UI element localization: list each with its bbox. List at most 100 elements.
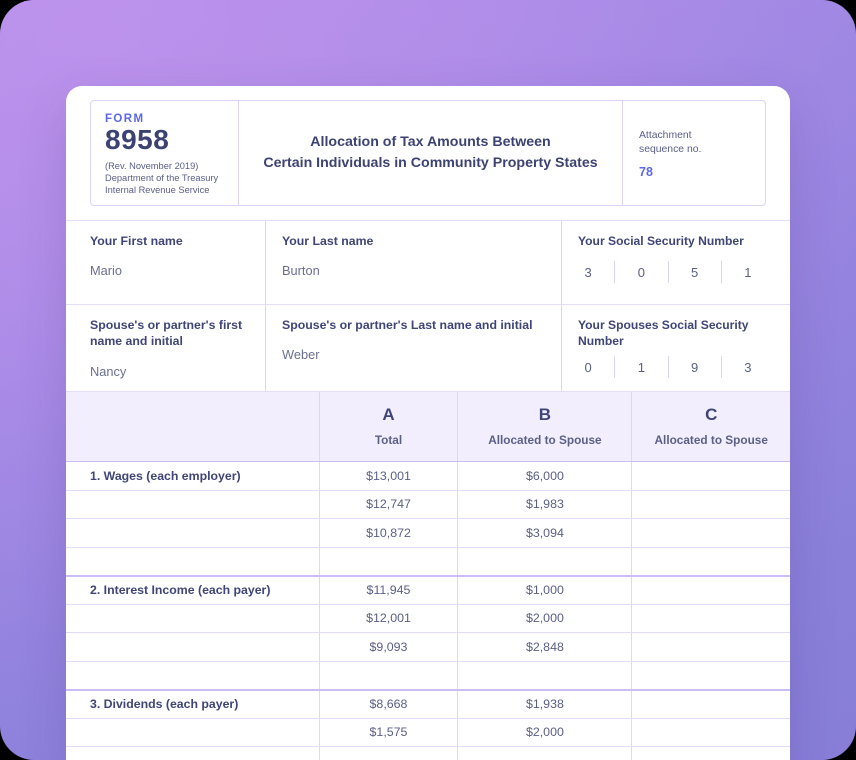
row-total-cell[interactable]: $9,093 bbox=[319, 632, 459, 662]
form-revision-info: (Rev. November 2019) Department of the T… bbox=[105, 160, 238, 197]
spouse-ssn-digit[interactable]: 1 bbox=[615, 356, 669, 379]
taxpayer-row: Your First name Mario Your Last name Bur… bbox=[66, 221, 790, 305]
row-label-cell bbox=[66, 632, 320, 662]
row-label-cell bbox=[66, 604, 320, 633]
spouse-row: Spouse's or partner's first name and ini… bbox=[66, 305, 790, 391]
spouse-last-name-value: Weber bbox=[282, 347, 320, 363]
form-revision-date: (Rev. November 2019) bbox=[105, 160, 199, 171]
row-allocated-c-cell[interactable] bbox=[631, 518, 790, 548]
form-identity-cell: FORM 8958 (Rev. November 2019) Departmen… bbox=[91, 101, 239, 205]
form-agency: Internal Revenue Service bbox=[105, 185, 210, 196]
row-allocated-b-cell[interactable]: $1,983 bbox=[457, 490, 633, 519]
form-title-cell: Allocation of Tax Amounts Between Certai… bbox=[239, 101, 623, 205]
row-label-cell bbox=[66, 718, 320, 747]
row-total-cell[interactable] bbox=[319, 746, 459, 760]
table-row: 3. Dividends (each payer) $8,668 $1,938 bbox=[66, 688, 790, 719]
row-total-cell[interactable]: $11,945 bbox=[319, 574, 459, 605]
row-allocated-c-cell[interactable] bbox=[631, 490, 790, 519]
column-letter-b: B bbox=[538, 405, 552, 425]
table-row: $9,093 $2,848 bbox=[66, 632, 790, 662]
spouse-ssn-boxes: 0 1 9 3 bbox=[562, 356, 774, 379]
column-letter-a: A bbox=[382, 405, 395, 425]
taxpayer-identity-section: Your First name Mario Your Last name Bur… bbox=[66, 220, 790, 391]
taxpayer-first-name-value: Mario bbox=[90, 263, 122, 279]
table-row: $12,747 $1,983 bbox=[66, 490, 790, 519]
table-row: $12,001 $2,000 bbox=[66, 604, 790, 633]
row-allocated-c-cell[interactable] bbox=[631, 461, 790, 491]
column-sub-b: Allocated to Spouse bbox=[488, 433, 602, 448]
taxpayer-last-name-label: Your Last name bbox=[282, 234, 374, 248]
allocation-header-row: A Total B Allocated to Spouse C Allocate… bbox=[66, 391, 790, 462]
row-allocated-c-cell[interactable] bbox=[631, 574, 790, 605]
row-label-cell bbox=[66, 518, 320, 548]
row-allocated-b-cell[interactable]: $3,094 bbox=[457, 518, 633, 548]
row-allocated-b-cell[interactable] bbox=[457, 661, 633, 690]
spouse-first-name-value: Nancy bbox=[90, 363, 127, 379]
column-letter-c: C bbox=[705, 405, 718, 425]
row-allocated-c-cell[interactable] bbox=[631, 547, 790, 576]
form-number: 8958 bbox=[105, 124, 170, 155]
row-total-cell[interactable]: $12,747 bbox=[319, 490, 459, 519]
taxpayer-ssn-field[interactable]: Your Social Security Number 3 0 5 1 bbox=[562, 221, 790, 304]
row-allocated-b-cell[interactable] bbox=[457, 547, 633, 576]
attachment-label-line-1: Attachment bbox=[639, 130, 692, 141]
row-total-cell[interactable]: $13,001 bbox=[319, 461, 459, 491]
row-allocated-c-cell[interactable] bbox=[631, 604, 790, 633]
row-allocated-b-cell[interactable]: $2,848 bbox=[457, 632, 633, 662]
taxpayer-last-name-field[interactable]: Your Last name Burton bbox=[266, 221, 562, 304]
spouse-ssn-digit[interactable]: 9 bbox=[669, 356, 722, 379]
taxpayer-first-name-label: Your First name bbox=[90, 234, 183, 248]
taxpayer-ssn-digit[interactable]: 0 bbox=[615, 261, 669, 284]
spouse-first-name-field[interactable]: Spouse's or partner's first name and ini… bbox=[66, 305, 266, 391]
row-allocated-c-cell[interactable] bbox=[631, 688, 790, 719]
row-allocated-b-cell[interactable]: $6,000 bbox=[457, 461, 633, 491]
row-label-cell bbox=[66, 746, 320, 760]
row-allocated-b-cell[interactable]: $1,000 bbox=[457, 574, 633, 605]
column-header-item bbox=[66, 391, 320, 462]
row-allocated-b-cell[interactable]: $2,000 bbox=[457, 604, 633, 633]
taxpayer-ssn-digit[interactable]: 1 bbox=[722, 261, 774, 283]
row-total-cell[interactable]: $8,668 bbox=[319, 688, 459, 719]
row-total-cell[interactable]: $12,001 bbox=[319, 604, 459, 633]
table-row bbox=[66, 661, 790, 690]
allocation-table: A Total B Allocated to Spouse C Allocate… bbox=[66, 391, 790, 760]
spouse-ssn-field[interactable]: Your Spouses Social Security Number 0 1 … bbox=[562, 305, 790, 391]
taxpayer-ssn-label: Your Social Security Number bbox=[578, 234, 744, 248]
table-row: 2. Interest Income (each payer) $11,945 $1… bbox=[66, 574, 790, 605]
taxpayer-ssn-digit[interactable]: 3 bbox=[562, 261, 616, 284]
row-allocated-b-cell[interactable]: $2,000 bbox=[457, 718, 633, 747]
form-document: FORM 8958 (Rev. November 2019) Departmen… bbox=[66, 86, 790, 760]
row-total-cell[interactable] bbox=[319, 661, 459, 690]
column-sub-c: Allocated to Spouse bbox=[654, 433, 768, 448]
attachment-label-line-2: sequence no. bbox=[639, 144, 702, 156]
column-header-b: B Allocated to Spouse bbox=[457, 391, 633, 462]
form-title-line-1: Allocation of Tax Amounts Between bbox=[310, 134, 551, 151]
row-allocated-c-cell[interactable] bbox=[631, 632, 790, 662]
spouse-ssn-digit[interactable]: 0 bbox=[562, 356, 616, 379]
taxpayer-first-name-field[interactable]: Your First name Mario bbox=[66, 221, 266, 304]
row-allocated-c-cell[interactable] bbox=[631, 661, 790, 690]
table-row: 1. Wages (each employer) $13,001 $6,000 bbox=[66, 461, 790, 491]
row-allocated-b-cell[interactable] bbox=[457, 746, 633, 760]
taxpayer-ssn-digit[interactable]: 5 bbox=[669, 261, 722, 284]
spouse-last-name-field[interactable]: Spouse's or partner's Last name and init… bbox=[266, 305, 562, 391]
spouse-ssn-label: Your Spouses Social Security Number bbox=[578, 318, 749, 349]
form-title-line-2: Certain Individuals in Community Propert… bbox=[263, 155, 598, 171]
attachment-sequence-value: 78 bbox=[639, 164, 653, 179]
table-row bbox=[66, 547, 790, 576]
row-label-cell: 3. Dividends (each payer) bbox=[66, 688, 320, 719]
row-label-cell: 1. Wages (each employer) bbox=[66, 461, 320, 491]
row-label-cell bbox=[66, 490, 320, 519]
allocation-table-head: A Total B Allocated to Spouse C Allocate… bbox=[66, 391, 790, 462]
spouse-ssn-digit[interactable]: 3 bbox=[722, 356, 774, 378]
row-label-cell bbox=[66, 661, 320, 690]
row-total-cell[interactable] bbox=[319, 547, 459, 576]
row-allocated-c-cell[interactable] bbox=[631, 746, 790, 760]
column-header-a: A Total bbox=[319, 391, 459, 462]
attachment-sequence-cell: Attachment sequence no. 78 bbox=[623, 101, 765, 205]
row-total-cell[interactable]: $1,575 bbox=[319, 718, 459, 747]
row-allocated-b-cell[interactable]: $1,938 bbox=[457, 688, 633, 719]
row-total-cell[interactable]: $10,872 bbox=[319, 518, 459, 548]
row-allocated-c-cell[interactable] bbox=[631, 718, 790, 747]
form-title: Allocation of Tax Amounts Between Certai… bbox=[263, 132, 597, 173]
